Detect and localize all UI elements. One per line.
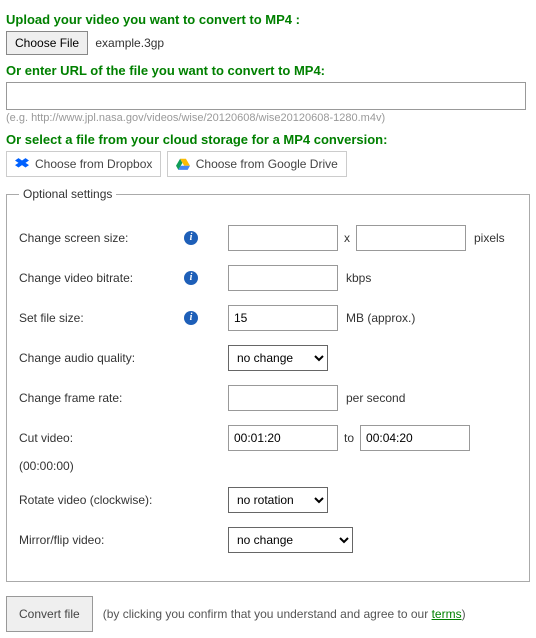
info-icon[interactable]: i — [184, 271, 198, 285]
mirror-label: Mirror/flip video: — [19, 533, 184, 547]
framerate-suffix: per second — [346, 391, 405, 405]
selected-file-name: example.3gp — [95, 36, 164, 50]
gdrive-label: Choose from Google Drive — [196, 157, 338, 171]
x-separator: x — [344, 231, 350, 245]
optional-legend: Optional settings — [19, 187, 116, 201]
info-icon[interactable]: i — [184, 231, 198, 245]
dropbox-label: Choose from Dropbox — [35, 157, 152, 171]
filesize-label: Set file size: — [19, 311, 184, 325]
audio-quality-label: Change audio quality: — [19, 351, 184, 365]
kbps-suffix: kbps — [346, 271, 371, 285]
screen-size-label: Change screen size: — [19, 231, 184, 245]
filesize-input[interactable] — [228, 305, 338, 331]
bitrate-input[interactable] — [228, 265, 338, 291]
mirror-select[interactable]: no change — [228, 527, 353, 553]
disclaimer-text: (by clicking you confirm that you unders… — [103, 607, 466, 621]
screen-height-input[interactable] — [356, 225, 466, 251]
rotate-label: Rotate video (clockwise): — [19, 493, 184, 507]
to-separator: to — [344, 431, 354, 445]
cut-video-label: Cut video: — [19, 431, 184, 445]
info-icon[interactable]: i — [184, 311, 198, 325]
pixels-suffix: pixels — [474, 231, 505, 245]
url-heading: Or enter URL of the file you want to con… — [6, 63, 530, 78]
cut-from-input[interactable] — [228, 425, 338, 451]
cloud-heading: Or select a file from your cloud storage… — [6, 132, 530, 147]
bitrate-label: Change video bitrate: — [19, 271, 184, 285]
convert-file-button[interactable]: Convert file — [6, 596, 93, 632]
mb-suffix: MB (approx.) — [346, 311, 415, 325]
framerate-label: Change frame rate: — [19, 391, 184, 405]
cut-to-input[interactable] — [360, 425, 470, 451]
dropbox-icon — [15, 157, 29, 171]
optional-settings-fieldset: Optional settings Change screen size: i … — [6, 187, 530, 582]
terms-link[interactable]: terms — [432, 607, 462, 621]
framerate-input[interactable] — [228, 385, 338, 411]
choose-dropbox-button[interactable]: Choose from Dropbox — [6, 151, 161, 177]
screen-width-input[interactable] — [228, 225, 338, 251]
upload-heading: Upload your video you want to convert to… — [6, 12, 530, 27]
audio-quality-select[interactable]: no change — [228, 345, 328, 371]
cut-format-note: (00:00:00) — [19, 459, 517, 473]
url-input[interactable] — [6, 82, 526, 110]
rotate-select[interactable]: no rotation — [228, 487, 328, 513]
url-example: (e.g. http://www.jpl.nasa.gov/videos/wis… — [6, 112, 530, 124]
google-drive-icon — [176, 157, 190, 171]
choose-gdrive-button[interactable]: Choose from Google Drive — [167, 151, 347, 177]
choose-file-button[interactable]: Choose File — [6, 31, 88, 55]
